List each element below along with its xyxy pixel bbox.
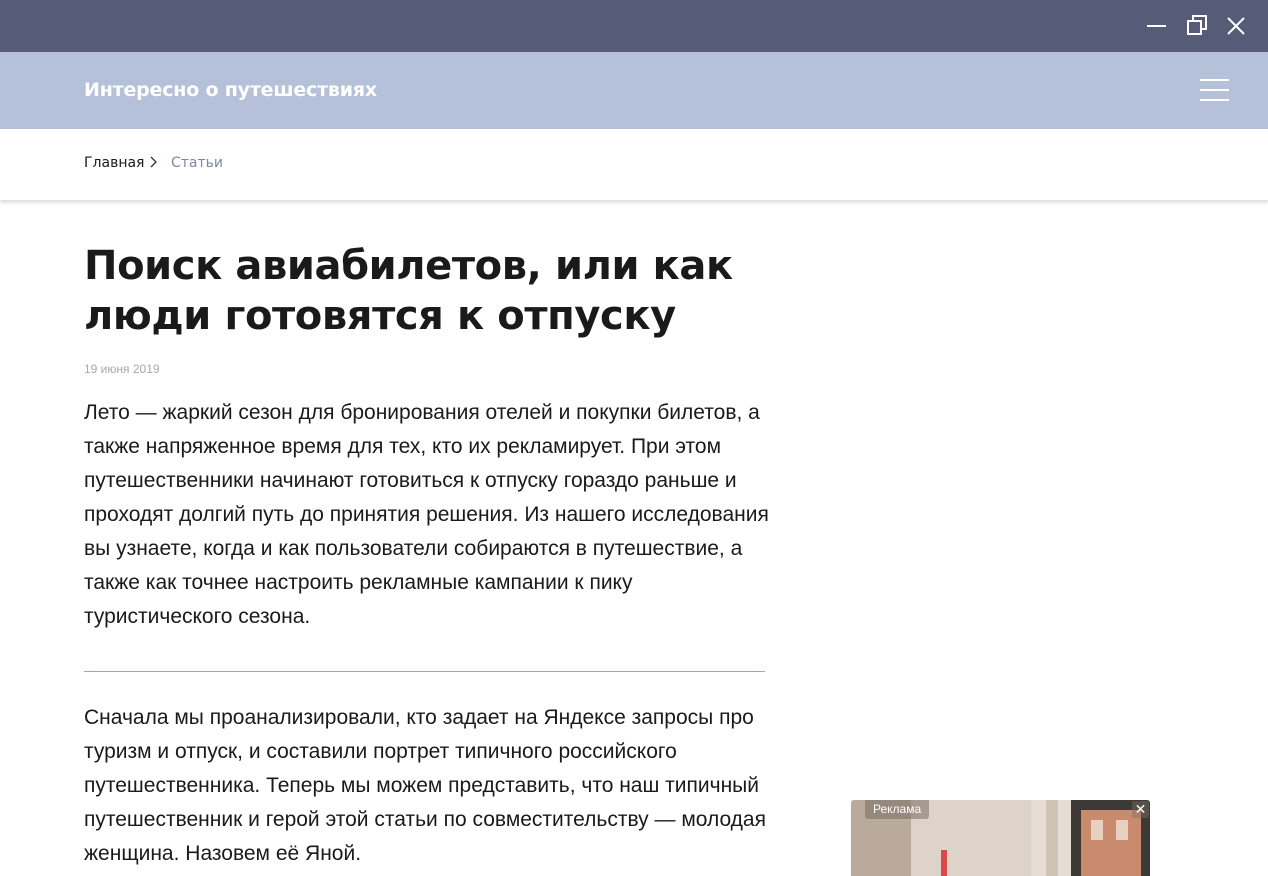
breadcrumb-current[interactable]: Статьи (171, 155, 223, 171)
hamburger-menu-icon[interactable] (1198, 77, 1230, 103)
site-header: Интересно о путешествиях (0, 52, 1268, 129)
ad-label: Реклама (865, 800, 930, 819)
article-title: Поиск авиабилетов, или как люди готовятс… (84, 243, 733, 339)
article-date: 19 июня 2019 (84, 362, 160, 376)
site-title[interactable]: Интересно о путешествиях (84, 79, 377, 101)
article-lead: Лето — жаркий сезон для бронирования оте… (84, 401, 769, 628)
ad-close-icon[interactable]: ✕ (1132, 801, 1149, 818)
chevron-right-icon (148, 155, 158, 169)
article-paragraph: Сначала мы проанализировали, кто задает … (84, 706, 766, 865)
ad-banner[interactable]: Реклама ✕ (851, 800, 1150, 876)
restore-icon[interactable] (1183, 12, 1211, 40)
breadcrumb: Главная Статьи (0, 129, 1268, 201)
close-icon[interactable] (1222, 12, 1250, 40)
breadcrumb-home-link[interactable]: Главная (84, 155, 144, 171)
minimize-icon[interactable] (1143, 12, 1171, 40)
window-titlebar (0, 0, 1268, 52)
section-divider (84, 671, 765, 672)
